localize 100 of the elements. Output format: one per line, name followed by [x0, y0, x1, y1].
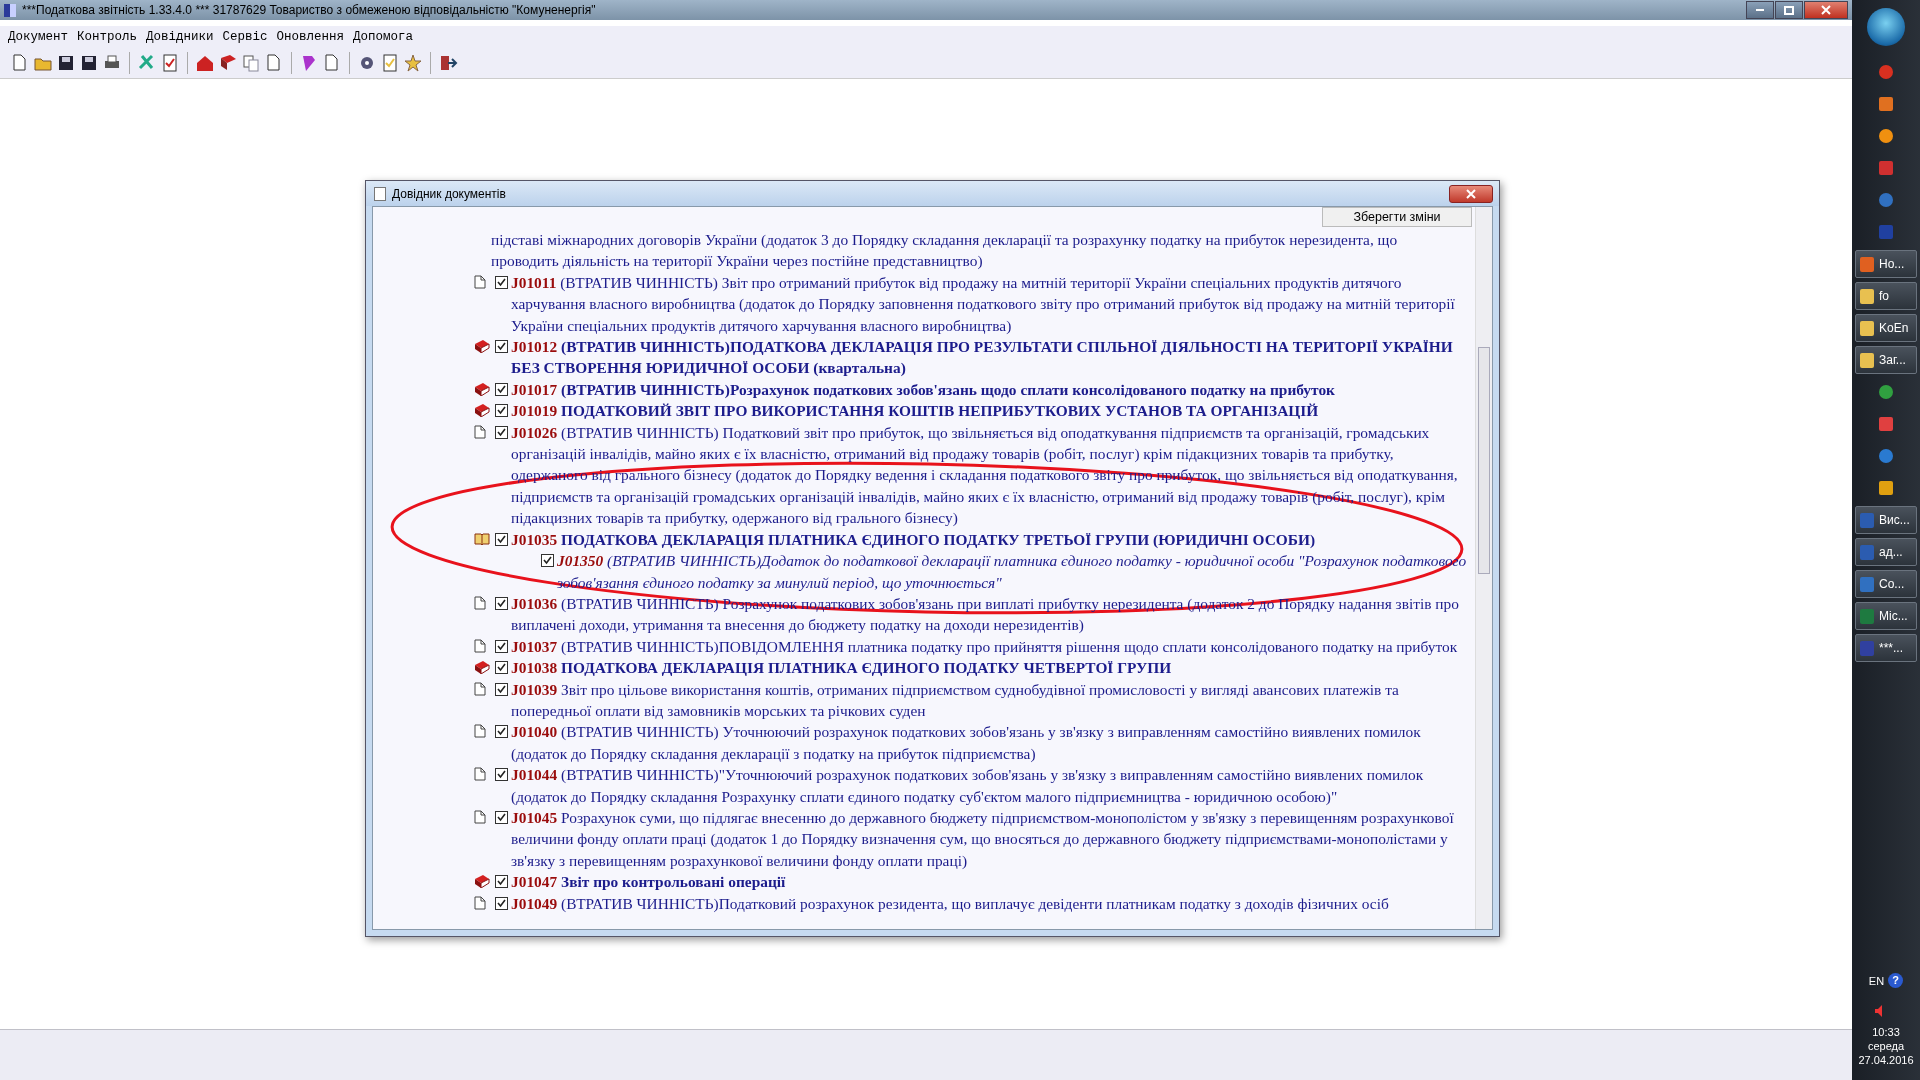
- taskbar-label: Mic...: [1879, 609, 1908, 623]
- document-entry[interactable]: J01012 (ВТРАТИВ ЧИННІСТЬ)ПОДАТКОВА ДЕКЛАРАЦІЯ ПРО РЕЗУЛЬТАТИ СПІЛЬНОЇ ДІЯЛЬНОСТІ НА ТЕРИТОРІЇ УКРАЇНИ БЕЗ СТВОРЕННЯ ЮРИДИЧНОЇ ОСОБИ (квартальна): [511, 336, 1468, 379]
- close-button[interactable]: [1449, 184, 1493, 203]
- page-icon: [474, 638, 486, 653]
- menu-item[interactable]: Контроль: [77, 30, 138, 44]
- app-icon: [1860, 544, 1874, 560]
- taskbar-button[interactable]: Но...: [1855, 250, 1917, 278]
- app-icon: [1860, 288, 1874, 304]
- save-button[interactable]: Зберегти зміни: [1322, 207, 1472, 227]
- document-entry[interactable]: J01019 ПОДАТКОВИЙ ЗВІТ ПРО ВИКОРИСТАННЯ КОШТІВ НЕПРИБУТКОВИХ УСТАНОВ ТА ОРГАНІЗАЦІЙ: [511, 400, 1468, 422]
- taskbar-label: Co...: [1879, 577, 1905, 591]
- app-icon: [1860, 640, 1874, 656]
- checkbox[interactable]: [541, 554, 554, 568]
- page-icon: [474, 724, 486, 739]
- book-icon: [474, 403, 490, 418]
- minimize-icon: [1755, 8, 1765, 12]
- close-icon: [1465, 188, 1477, 199]
- app-icon: [1860, 512, 1874, 528]
- page-icon: [474, 809, 486, 824]
- maximize-icon: [1784, 5, 1794, 15]
- document-entry[interactable]: J01049 (ВТРАТИВ ЧИННІСТЬ)Податковий розрахунок резидента, що виплачує девіденти платникам податку з доходів фізичних осіб: [511, 892, 1468, 914]
- menu-item[interactable]: Допомога: [353, 30, 414, 44]
- menu-item[interactable]: Довідники: [146, 30, 214, 44]
- taskbar-button[interactable]: fo: [1855, 282, 1917, 310]
- book-icon[interactable]: [218, 53, 238, 73]
- clock-weekday[interactable]: середа: [1867, 1040, 1905, 1052]
- taskbar-label: fo: [1879, 289, 1889, 303]
- document-entry[interactable]: J01039 Звіт про цільове використання коштів, отриманих підприємством суднобудівної промисловості у вигляді авансових платежів та попередньої оплати від замовників морських та річкових суден: [511, 678, 1468, 722]
- document-entry[interactable]: J01045 Розрахунок суми, що підлягає внесенню до державного бюджету підприємством-монополістом у зв'язку з перевищенням розрахункової величини фонду оплати праці (додаток 1 до Порядку визначення сум, що вносяться до державного бюджету підприємствами-монополістами у зв'язку з перевищенням розрахункової величини фонду оплати праці): [511, 806, 1468, 872]
- app-icon[interactable]: [1878, 480, 1894, 496]
- document-entry[interactable]: J01017 (ВТРАТИВ ЧИННІСТЬ)Розрахунок податкових зобов'язань щодо сплати консолідованого податку на прибуток: [511, 378, 1468, 401]
- start-button[interactable]: [1867, 8, 1905, 46]
- document-entry[interactable]: J01044 (ВТРАТИВ ЧИННІСТЬ)"Уточнюючий розрахунок податкових зобов'язань у зв'язку з виправленням самостійно виявлених помилок (додаток до Порядку складання Розрахунку сплати єдиного податку суб'єктом малого підприємництва - юридичною особою)": [511, 764, 1468, 807]
- house-icon[interactable]: [195, 53, 215, 73]
- checkbox[interactable]: [495, 340, 508, 354]
- book-icon: [474, 874, 490, 889]
- checkbox[interactable]: [495, 768, 508, 782]
- exit-icon[interactable]: [438, 53, 458, 73]
- checkbox[interactable]: [495, 725, 508, 739]
- taskbar-button[interactable]: ***...: [1855, 634, 1917, 662]
- checkbox[interactable]: [495, 810, 508, 824]
- document-entry[interactable]: J01040 (ВТРАТИВ ЧИННІСТЬ) Уточнюючий розрахунок податкових зобов'язань у зв'язку з виправленням самостійно виявлених помилок (додаток до Порядку складання декларації з податку на прибуток підприємства): [511, 721, 1468, 765]
- page-icon: [474, 681, 486, 696]
- taskbar-button[interactable]: Заг...: [1855, 346, 1917, 374]
- taskbar-label: ***...: [1879, 641, 1903, 655]
- checkbox[interactable]: [495, 404, 508, 418]
- checkbox[interactable]: [495, 896, 508, 910]
- app-icon: [1860, 320, 1874, 336]
- book-icon: [474, 381, 490, 396]
- checkbox[interactable]: [495, 275, 508, 289]
- taskbar-label: KoEn: [1879, 321, 1909, 335]
- taskbar-button[interactable]: KoEn: [1855, 314, 1917, 342]
- open-book-icon: [474, 531, 490, 546]
- book-icon: [474, 339, 490, 354]
- checkbox[interactable]: [495, 639, 508, 653]
- taskbar-button[interactable]: ад...: [1855, 538, 1917, 566]
- checkbox[interactable]: [495, 382, 508, 396]
- maximize-button[interactable]: [1775, 1, 1803, 19]
- document-icon: [374, 186, 386, 201]
- checkbox[interactable]: [495, 875, 508, 889]
- document-entry[interactable]: J01011 (ВТРАТИВ ЧИННІСТЬ) Звіт про отриманий прибуток від продажу на митній території України спеціальних продуктів дитячого харчування власного виробництва (додаток до Порядку заповнення податкового звіту про отриманий прибуток від продажу на митній території України спеціальних продуктів дитячого харчування власного виробництва): [511, 271, 1468, 337]
- checklist-icon[interactable]: [160, 53, 180, 73]
- clock-date[interactable]: 27.04.2016: [1858, 1054, 1914, 1066]
- language-indicator[interactable]: EN: [1868, 974, 1885, 987]
- star-icon[interactable]: [403, 53, 423, 73]
- checkbox[interactable]: [495, 661, 508, 675]
- document-entry[interactable]: J01047 Звіт про контрольовані операції: [511, 871, 1468, 893]
- document-entry[interactable]: J01037 (ВТРАТИВ ЧИННІСТЬ)ПОВІДОМЛЕННЯ платника податку про прийняття рішення щодо сплати консолідованого податку на прибуток: [511, 635, 1468, 658]
- minimize-button[interactable]: [1746, 1, 1774, 19]
- checkbox[interactable]: [495, 532, 508, 546]
- app-icon: [1860, 608, 1874, 624]
- page-icon: [474, 274, 486, 289]
- document-entry[interactable]: J01038 ПОДАТКОВА ДЕКЛАРАЦІЯ ПЛАТНИКА ЄДИНОГО ПОДАТКУ ЧЕТВЕРТОЇ ГРУПИ: [511, 657, 1468, 679]
- window-title: ***Податкова звітність 1.33.4.0 *** 31787629 Товариство з обмеженою відповідальністю "Комуненергія": [22, 3, 597, 17]
- page-icon: [474, 767, 486, 782]
- document-entry[interactable]: J01035 ПОДАТКОВА ДЕКЛАРАЦІЯ ПЛАТНИКА ЄДИНОГО ПОДАТКУ ТРЕТЬОЇ ГРУПИ (ЮРИДИЧНІ ОСОБИ): [511, 528, 1468, 551]
- taskbar-label: ад...: [1879, 545, 1903, 559]
- scrollbar[interactable]: [1475, 207, 1492, 929]
- app-icon[interactable]: [1878, 160, 1894, 176]
- document-entry[interactable]: підставі міжнародних договорів України (додаток 3 до Порядку складання декларації та розрахунку податку на прибуток нерезидента, що проводить діяльність на території України через постійне представництво): [491, 229, 1468, 272]
- taskbar-button[interactable]: Mic...: [1855, 602, 1917, 630]
- taskbar-label: Вис...: [1879, 513, 1910, 527]
- checkbox[interactable]: [495, 425, 508, 439]
- checklist-icon[interactable]: [380, 53, 400, 73]
- page-icon: [474, 895, 486, 910]
- taskbar-label: Заг...: [1879, 353, 1906, 367]
- taskbar-button[interactable]: Co...: [1855, 570, 1917, 598]
- menu-item[interactable]: Документ: [8, 30, 68, 44]
- menu-item[interactable]: Сервіс: [222, 30, 268, 44]
- app-icon: [1860, 256, 1874, 272]
- clock-time[interactable]: 10:33: [1872, 1026, 1900, 1038]
- checkbox[interactable]: [495, 596, 508, 610]
- scroll-thumb[interactable]: [1478, 347, 1490, 574]
- close-icon: [1821, 5, 1831, 15]
- taskbar-button[interactable]: Вис...: [1855, 506, 1917, 534]
- close-button[interactable]: [1804, 1, 1848, 19]
- checkbox[interactable]: [495, 682, 508, 696]
- app-icon: [1860, 576, 1874, 592]
- menu-item[interactable]: Оновлення: [276, 30, 345, 44]
- help-button[interactable]: ?: [1888, 973, 1904, 988]
